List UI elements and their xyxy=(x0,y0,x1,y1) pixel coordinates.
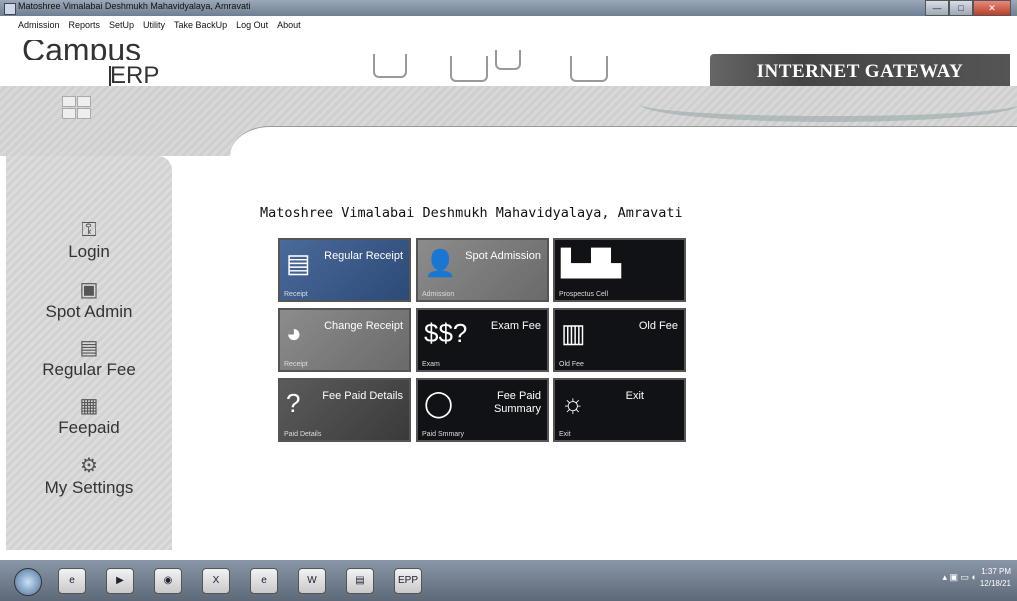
receipt-icon: ▤ xyxy=(286,248,311,278)
content-curve xyxy=(230,126,1017,167)
sidebar: ⚿ Login ▣ Spot Admin ▤ Regular Fee ▦ Fee… xyxy=(6,156,172,550)
document-icon: ▤ xyxy=(79,337,99,359)
system-tray[interactable]: ▴ ▣ ▭ ◐ xyxy=(943,572,977,583)
menu-about[interactable]: About xyxy=(277,20,301,34)
tile-subtitle: Paid Smmary xyxy=(422,431,465,438)
tile-regular-receipt[interactable]: ▤ Regular Receipt Receipt xyxy=(278,238,411,302)
close-button[interactable]: ✕ xyxy=(973,0,1011,16)
menu-utility[interactable]: Utility xyxy=(143,20,165,34)
menu-admission[interactable]: Admission xyxy=(18,20,60,34)
sidebar-item-label: Regular Fee xyxy=(42,360,136,379)
moon-icon: ◯ xyxy=(424,388,454,418)
sidebar-item-feepaid[interactable]: ▦ Feepaid xyxy=(6,394,172,450)
tile-old-fee[interactable]: ▥ Old Fee Old Fee xyxy=(553,308,686,372)
tile-subtitle: Prospectus Cell xyxy=(559,291,609,298)
tile-subtitle: Receipt xyxy=(284,361,308,368)
clock[interactable]: 1:37 PM 12/18/21 xyxy=(980,566,1011,590)
maximize-button[interactable]: □ xyxy=(949,0,973,16)
key-icon: ⚿ xyxy=(81,219,97,241)
tile-title: Fee Paid Details xyxy=(322,390,403,402)
person-card-icon: ▣ xyxy=(79,279,99,301)
tile-subtitle: Admission xyxy=(422,291,455,298)
sidebar-item-label: Spot Admin xyxy=(45,302,133,321)
title-bar: Matoshree Vimalabai Deshmukh Mahavidyala… xyxy=(0,0,1017,16)
word-icon[interactable]: W xyxy=(298,568,326,594)
person-icon: 👤 xyxy=(424,248,457,278)
tile-title: Exit xyxy=(625,390,644,402)
start-button[interactable] xyxy=(14,568,42,596)
tile-title: Regular Receipt xyxy=(324,250,403,262)
tile-title: Change Receipt xyxy=(324,320,403,332)
question-icon: ? xyxy=(286,388,301,418)
tile-change-receipt[interactable]: ◕ Change Receipt Receipt xyxy=(278,308,411,372)
deco-square xyxy=(450,56,488,82)
menu-reports[interactable]: Reports xyxy=(69,20,101,34)
menu-bar: Admission Reports SetUp Utility Take Bac… xyxy=(0,20,310,34)
cards-icon: ▦ xyxy=(79,395,99,417)
deco-wave xyxy=(640,86,1017,122)
tile-fee-paid-details[interactable]: ? Fee Paid Details Paid Details xyxy=(278,378,411,442)
tile-title: Fee Paid Summary xyxy=(493,390,541,415)
tile-title: Exam Fee xyxy=(490,320,541,332)
tile-exam-fee[interactable]: $$? Exam Fee Exam xyxy=(416,308,549,372)
tile-subtitle: Receipt xyxy=(284,291,308,298)
chrome-icon[interactable]: ◉ xyxy=(154,568,182,594)
tile-subtitle: Paid Details xyxy=(284,431,322,438)
tile-prospectus-cell[interactable]: ▙▟▙ Prospectus Cell xyxy=(553,238,686,302)
sun-icon: ☼ xyxy=(561,388,585,418)
epp-app-icon[interactable]: EPP xyxy=(394,568,422,594)
sidebar-item-label: Login xyxy=(68,242,110,261)
tile-spot-admission[interactable]: 👤 Spot Admission Admission xyxy=(416,238,549,302)
sidebar-item-label: Feepaid xyxy=(58,418,120,437)
book-icon: ▥ xyxy=(561,318,586,348)
pie-icon: ◕ xyxy=(286,318,302,348)
menu-log-out[interactable]: Log Out xyxy=(236,20,268,34)
sidebar-item-regular-fee[interactable]: ▤ Regular Fee xyxy=(6,336,172,392)
sidebar-item-spot-admin[interactable]: ▣ Spot Admin xyxy=(6,278,172,334)
taskbar: e ▶ ◉ X e W ▤ EPP ▴ ▣ ▭ ◐ 1:37 PM 12/18/… xyxy=(0,560,1017,601)
tile-subtitle: Old Fee xyxy=(559,361,584,368)
tile-fee-paid-summary[interactable]: ◯ Fee Paid Summary Paid Smmary xyxy=(416,378,549,442)
sidebar-item-label: My Settings xyxy=(44,478,134,497)
window-title: Matoshree Vimalabai Deshmukh Mahavidyala… xyxy=(18,1,251,11)
buildings-icon: ▙▟▙ xyxy=(561,248,621,278)
tile-subtitle: Exit xyxy=(559,431,571,438)
app-window-icon[interactable]: ▤ xyxy=(346,568,374,594)
sidebar-item-my-settings[interactable]: ⚙ My Settings xyxy=(6,454,172,510)
deco-square xyxy=(570,56,608,82)
menu-take-backup[interactable]: Take BackUp xyxy=(174,20,227,34)
tile-title: Old Fee xyxy=(638,320,678,332)
deco-boxes xyxy=(62,96,94,120)
clock-date: 12/18/21 xyxy=(979,579,1011,588)
internet-gateway-banner: INTERNET GATEWAY xyxy=(710,54,1010,90)
deco-square xyxy=(373,54,407,78)
excel-icon[interactable]: X xyxy=(202,568,230,594)
college-name: Matoshree Vimalabai Deshmukh Mahavidyala… xyxy=(260,205,683,221)
ie-icon[interactable]: e xyxy=(58,568,86,594)
dollar-icon: $$? xyxy=(424,318,468,348)
window-controls: — □ ✕ xyxy=(925,0,1011,16)
tile-title: Spot Admission xyxy=(465,250,541,262)
sidebar-item-login[interactable]: ⚿ Login xyxy=(6,218,172,274)
settings-people-icon: ⚙ xyxy=(80,455,98,477)
minimize-button[interactable]: — xyxy=(925,0,949,16)
tile-exit[interactable]: ☼ Exit Exit xyxy=(553,378,686,442)
deco-square xyxy=(495,50,521,70)
header-band xyxy=(0,86,1017,167)
app-icon xyxy=(4,3,16,15)
edge-icon[interactable]: e xyxy=(250,568,278,594)
tile-subtitle: Exam xyxy=(422,361,440,368)
media-player-icon[interactable]: ▶ xyxy=(106,568,134,594)
clock-time: 1:37 PM xyxy=(981,567,1011,576)
menu-setup[interactable]: SetUp xyxy=(109,20,134,34)
logo-campus: Campus xyxy=(22,40,142,60)
